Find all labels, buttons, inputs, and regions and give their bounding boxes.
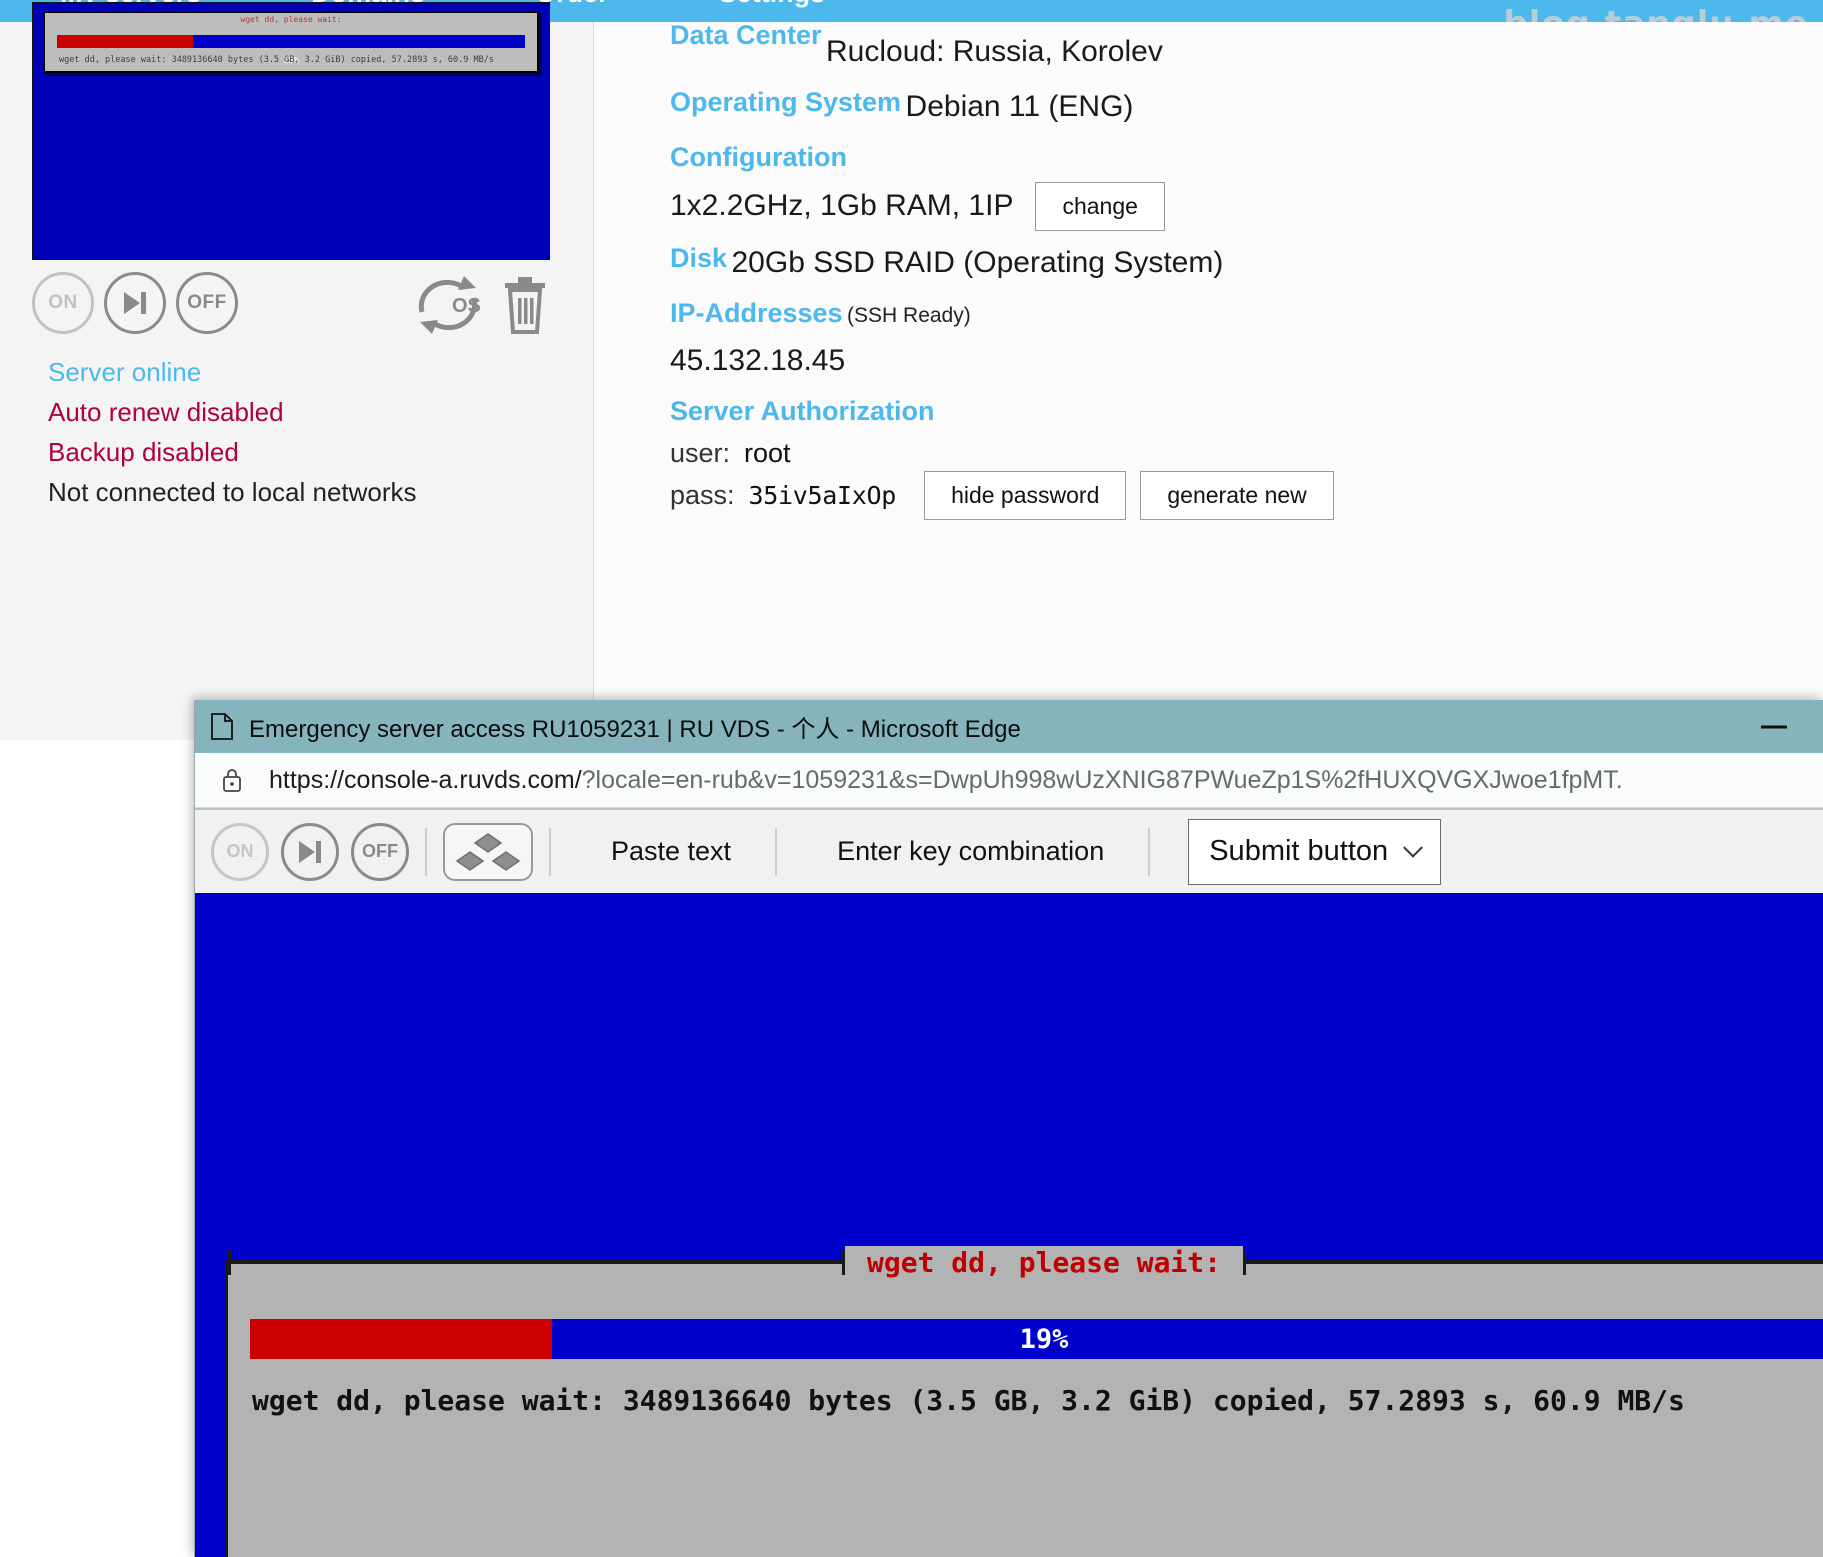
disk-value: 20Gb SSD RAID (Operating System) — [732, 240, 1224, 286]
thumbnail-status-line: wget dd, please wait: 3489136640 bytes (… — [59, 55, 494, 65]
thumbnail-progress-fill — [57, 35, 193, 48]
server-authorization-label: Server Authorization — [670, 386, 935, 436]
change-configuration-button[interactable]: change — [1035, 182, 1164, 232]
chevron-down-icon — [1403, 837, 1423, 857]
server-details-column: Data Center Rucloud: Russia, Korolev Ope… — [595, 22, 1823, 740]
terminal-rule-right — [1246, 1261, 1823, 1264]
data-center-label: Data Center — [670, 10, 822, 60]
status-auto-renew: Auto renew disabled — [48, 392, 417, 432]
screen-root: My servers Domains Order Settings blog.t… — [0, 0, 1823, 1557]
reinstall-os-button[interactable]: OS — [412, 272, 484, 338]
field-operating-system: Operating System Debian 11 (ENG) — [670, 77, 1823, 130]
auth-pass-key: pass: — [670, 480, 735, 511]
server-status-list: Server online Auto renew disabled Backup… — [48, 352, 417, 512]
hide-password-button[interactable]: hide password — [924, 471, 1126, 521]
ip-address-value: 45.132.18.45 — [670, 338, 845, 384]
operating-system-label: Operating System — [670, 77, 901, 127]
terminal-title-text: wget dd, please wait: — [845, 1246, 1243, 1279]
server-preview-column: wget dd, please wait: 19% wget dd, pleas… — [0, 22, 594, 740]
submit-button-dropdown[interactable]: Submit button — [1188, 819, 1441, 885]
status-server-online: Server online — [48, 352, 417, 392]
auth-user-key: user: — [670, 438, 730, 469]
console-power-on-button[interactable]: ON — [211, 823, 269, 881]
lock-icon — [221, 767, 243, 793]
field-server-authorization: Server Authorization user: root pass: 35… — [670, 386, 1823, 521]
auth-buttons: hide password generate new — [924, 471, 1334, 521]
console-play-to-end-icon — [299, 841, 321, 863]
url-query: ?locale=en-rub&v=1059231&s=DwpUh998wUzXN… — [582, 766, 1623, 794]
auth-pass-row: pass: 35iv5aIxOp hide password generate … — [670, 471, 1823, 521]
field-data-center: Data Center Rucloud: Russia, Korolev — [670, 22, 1823, 75]
restart-button[interactable] — [104, 272, 166, 334]
server-card: wget dd, please wait: 19% wget dd, pleas… — [0, 22, 1823, 740]
power-on-label: ON — [48, 292, 78, 314]
terminal-status-line: wget dd, please wait: 3489136640 bytes (… — [252, 1384, 1685, 1417]
status-backup: Backup disabled — [48, 432, 417, 472]
edge-browser-window: Emergency server access RU1059231 | RU V… — [194, 700, 1823, 1557]
toolbar-divider-3 — [775, 828, 777, 876]
power-off-button[interactable]: OFF — [176, 272, 238, 334]
play-to-end-icon — [124, 292, 146, 314]
terminal-title-bar: wget dd, please wait: — [228, 1244, 1823, 1280]
data-center-value: Rucloud: Russia, Korolev — [826, 29, 1163, 75]
status-local-networks: Not connected to local networks — [48, 472, 417, 512]
console-toolbar: ON OFF Paste t — [195, 808, 1823, 893]
edge-window-title: Emergency server access RU1059231 | RU V… — [249, 709, 1021, 744]
console-power-off-button[interactable]: OFF — [351, 823, 409, 881]
delete-server-button[interactable] — [502, 274, 548, 336]
page-body: wget dd, please wait: 19% wget dd, pleas… — [0, 22, 1823, 740]
auth-user-value: root — [744, 438, 791, 469]
paste-text-button[interactable]: Paste text — [611, 836, 731, 867]
toolbar-divider-1 — [425, 828, 427, 876]
console-power-on-label: ON — [227, 841, 254, 862]
power-on-button[interactable]: ON — [32, 272, 94, 334]
minimize-button[interactable] — [1761, 725, 1787, 728]
ssh-ready-label: (SSH Ready) — [847, 304, 971, 327]
terminal-progress-dialog: wget dd, please wait: 19% wget dd, pleas… — [225, 1259, 1823, 1557]
operating-system-value: Debian 11 (ENG) — [906, 84, 1134, 130]
toolbar-divider-2 — [549, 828, 551, 876]
terminal-progress-track: 19% — [250, 1319, 1823, 1359]
document-icon — [211, 713, 233, 740]
ip-label-row: IP-Addresses (SSH Ready) — [670, 288, 1823, 338]
thumbnail-title: wget dd, please wait: — [45, 15, 537, 24]
console-power-off-label: OFF — [362, 841, 398, 862]
field-ip-addresses: IP-Addresses (SSH Ready) 45.132.18.45 — [670, 288, 1823, 384]
edge-title-bar[interactable]: Emergency server access RU1059231 | RU V… — [195, 700, 1823, 753]
url-host: https://console-a.ruvds.com/ — [269, 766, 582, 794]
console-power-controls: ON OFF — [211, 823, 409, 881]
configuration-value: 1x2.2GHz, 1Gb RAM, 1IP — [670, 183, 1013, 229]
edge-address-bar[interactable]: https://console-a.ruvds.com/?locale=en-r… — [195, 753, 1823, 808]
submit-button-label: Submit button — [1209, 835, 1388, 868]
field-configuration: Configuration 1x2.2GHz, 1Gb RAM, 1IP cha… — [670, 132, 1823, 232]
url-text[interactable]: https://console-a.ruvds.com/?locale=en-r… — [269, 766, 1623, 795]
field-disk: Disk 20Gb SSD RAID (Operating System) — [670, 233, 1823, 286]
cluster-nodes-button[interactable] — [443, 823, 533, 881]
configuration-label: Configuration — [670, 132, 847, 182]
terminal-rule-left — [231, 1261, 842, 1264]
thumbnail-progress-track: 19% — [57, 35, 525, 48]
nav-item-settings[interactable]: Settings — [719, 0, 826, 9]
thumbnail-dialog: wget dd, please wait: 19% wget dd, pleas… — [43, 11, 539, 73]
generate-new-password-button[interactable]: generate new — [1140, 471, 1333, 521]
terminal-progress-percent: 19% — [250, 1319, 1823, 1359]
auth-user-row: user: root — [670, 438, 1823, 469]
ip-addresses-label: IP-Addresses — [670, 288, 843, 338]
enter-key-combination-button[interactable]: Enter key combination — [837, 836, 1104, 867]
server-control-row: ON OFF — [32, 272, 552, 342]
auth-pass-value: 35iv5aIxOp — [749, 481, 897, 510]
configuration-row: 1x2.2GHz, 1Gb RAM, 1IP change — [670, 182, 1823, 232]
toolbar-divider-4 — [1148, 828, 1150, 876]
svg-text:OS: OS — [452, 295, 481, 317]
power-off-label: OFF — [187, 292, 227, 314]
disk-label: Disk — [670, 233, 727, 283]
vnc-console-screen[interactable]: wget dd, please wait: 19% wget dd, pleas… — [195, 893, 1823, 1557]
vnc-thumbnail[interactable]: wget dd, please wait: 19% wget dd, pleas… — [32, 2, 550, 260]
console-restart-button[interactable] — [281, 823, 339, 881]
